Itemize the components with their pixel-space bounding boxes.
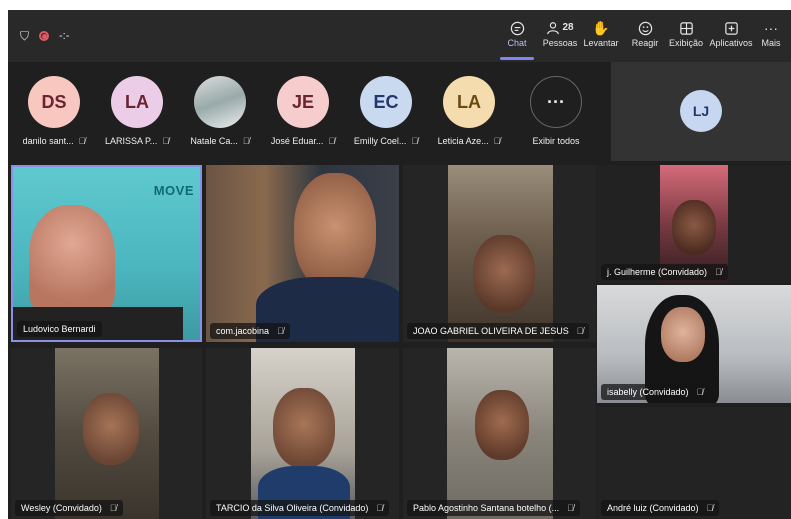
mic-off-icon: 🎙̸ — [109, 503, 117, 513]
participant-label: com.jacobina 🎙̸ — [210, 323, 290, 339]
video-tile[interactable]: JOAO GABRIEL OLIVEIRA DE JESUS 🎙̸ — [403, 165, 596, 342]
mic-off-icon: 🎙̸ — [696, 387, 704, 397]
participant-label: Wesley (Convidado) 🎙̸ — [15, 500, 123, 516]
video-tile[interactable]: com.jacobina 🎙̸ — [206, 165, 399, 342]
chat-active-indicator — [500, 57, 534, 60]
meeting-status: ⛉ -:- — [20, 10, 69, 62]
mic-off-icon: 🎙̸ — [242, 136, 250, 146]
attendee-name: danilo sant... — [22, 136, 74, 146]
participant-label: Pablo Agostinho Santana botelho (... 🎙̸ — [407, 500, 580, 516]
mic-off-icon: 🎙̸ — [162, 136, 170, 146]
avatar: JE — [277, 76, 329, 128]
video-tile[interactable]: j. Guilherme (Convidado) 🎙̸ — [597, 165, 791, 283]
hand-icon: ✋ — [592, 20, 610, 36]
attendee-3[interactable]: Natale Ca... 🎙̸ — [180, 76, 260, 146]
participant-label: André luiz (Convidado) 🎙̸ — [601, 500, 720, 516]
avatar-photo — [194, 76, 246, 128]
video-tile[interactable]: isabelly (Convidado) 🎙̸ — [597, 285, 791, 403]
participant-video — [294, 173, 376, 291]
mic-off-icon: 🎙̸ — [567, 503, 574, 513]
participant-face — [672, 200, 716, 255]
attendee-name: Emilly Coel... — [353, 136, 407, 146]
recording-icon — [39, 31, 50, 41]
mic-off-icon: 🎙̸ — [576, 326, 584, 336]
attendee-4[interactable]: JE José Eduar... 🎙̸ — [263, 76, 343, 146]
more-button[interactable]: ··· Mais — [751, 18, 791, 58]
show-all-button[interactable]: ··· Exibir todos — [516, 76, 596, 146]
shield-icon: ⛉ — [20, 28, 30, 43]
mic-off-icon: 🎙̸ — [376, 503, 384, 513]
mic-off-icon: 🎙̸ — [411, 136, 419, 146]
layout-icon — [661, 18, 711, 38]
participant-face — [273, 388, 335, 468]
attendee-6[interactable]: LA Leticia Aze... 🎙̸ — [429, 76, 509, 146]
show-all-label: Exibir todos — [532, 136, 580, 146]
attendee-1[interactable]: DS danilo sant... 🎙̸ — [14, 76, 94, 146]
more-icon: ··· — [530, 76, 582, 128]
mic-off-icon: 🎙̸ — [493, 136, 501, 146]
avatar: LA — [443, 76, 495, 128]
participant-label: j. Guilherme (Convidado) 🎙̸ — [601, 264, 728, 280]
attendee-5[interactable]: EC Emilly Coel... 🎙̸ — [346, 76, 426, 146]
view-button[interactable]: Exibição — [661, 18, 711, 58]
participant-label: JOAO GABRIEL OLIVEIRA DE JESUS 🎙̸ — [407, 323, 590, 339]
attendee-name: LARISSA P... — [104, 136, 158, 146]
raise-hand-button[interactable]: ✋ Levantar — [576, 18, 626, 58]
mic-off-icon: 🎙̸ — [277, 326, 284, 336]
brand-logo: MOVE — [153, 183, 194, 198]
attendee-strip: DS danilo sant... 🎙̸ LA LARISSA P... 🎙̸ Na… — [8, 62, 608, 162]
mic-off-icon: 🎙̸ — [78, 136, 86, 146]
people-count: 28 — [562, 22, 574, 33]
participant-face — [475, 390, 529, 460]
avatar: LA — [111, 76, 163, 128]
mic-off-icon: 🎙̸ — [328, 136, 336, 146]
video-tile[interactable]: TARCIO da Silva Oliveira (Convidado) 🎙̸ — [206, 348, 399, 519]
attendee-name: Natale Ca... — [190, 136, 238, 146]
avatar: DS — [28, 76, 80, 128]
participant-label: TARCIO da Silva Oliveira (Convidado) 🎙̸ — [210, 500, 390, 516]
apps-button[interactable]: Aplicativos — [706, 18, 756, 58]
mic-off-icon: 🎙̸ — [706, 503, 714, 513]
attendee-2[interactable]: LA LARISSA P... 🎙̸ — [97, 76, 177, 146]
avatar: LJ — [680, 90, 722, 132]
participant-label: Ludovico Bernardi — [17, 321, 102, 337]
meeting-toolbar: ⛉ -:- Chat 28 Pessoas ✋ Levantar Reagir … — [8, 10, 791, 62]
video-tile[interactable]: Wesley (Convidado) 🎙̸ — [11, 348, 202, 519]
teams-meeting-window: ⛉ -:- Chat 28 Pessoas ✋ Levantar Reagir … — [8, 10, 791, 519]
attendee-name: José Eduar... — [270, 136, 324, 146]
participant-face — [661, 307, 705, 362]
more-icon: ··· — [764, 20, 778, 36]
meeting-timer: -:- — [59, 30, 70, 42]
avatar: EC — [360, 76, 412, 128]
attendee-name: Leticia Aze... — [437, 136, 489, 146]
participant-face — [83, 393, 139, 465]
people-icon — [547, 22, 560, 35]
video-tile[interactable]: André luiz (Convidado) 🎙̸ — [597, 407, 791, 519]
add-apps-icon — [706, 18, 756, 38]
participant-label: isabelly (Convidado) 🎙̸ — [601, 384, 710, 400]
participant-video — [29, 205, 115, 315]
participant-face — [473, 235, 535, 313]
mic-off-icon: 🎙̸ — [715, 267, 722, 277]
self-video-tile[interactable]: LJ — [611, 62, 791, 161]
video-tile[interactable]: MOVE Ludovico Bernardi — [11, 165, 202, 342]
video-tile[interactable]: Pablo Agostinho Santana botelho (... 🎙̸ — [403, 348, 596, 519]
